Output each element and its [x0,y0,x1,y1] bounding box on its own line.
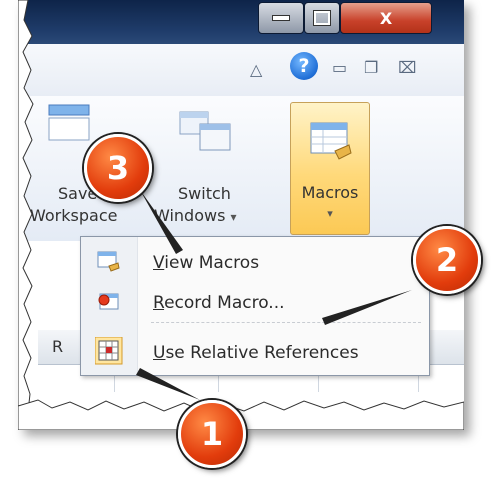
callout-arrow-3 [140,190,183,254]
callout-arrow-1 [136,368,200,400]
callout-badge-1: 1 [178,400,246,468]
callout-badge-3: 3 [84,134,152,202]
callout-arrow-2 [322,290,412,325]
callout-badge-2: 2 [413,226,481,294]
